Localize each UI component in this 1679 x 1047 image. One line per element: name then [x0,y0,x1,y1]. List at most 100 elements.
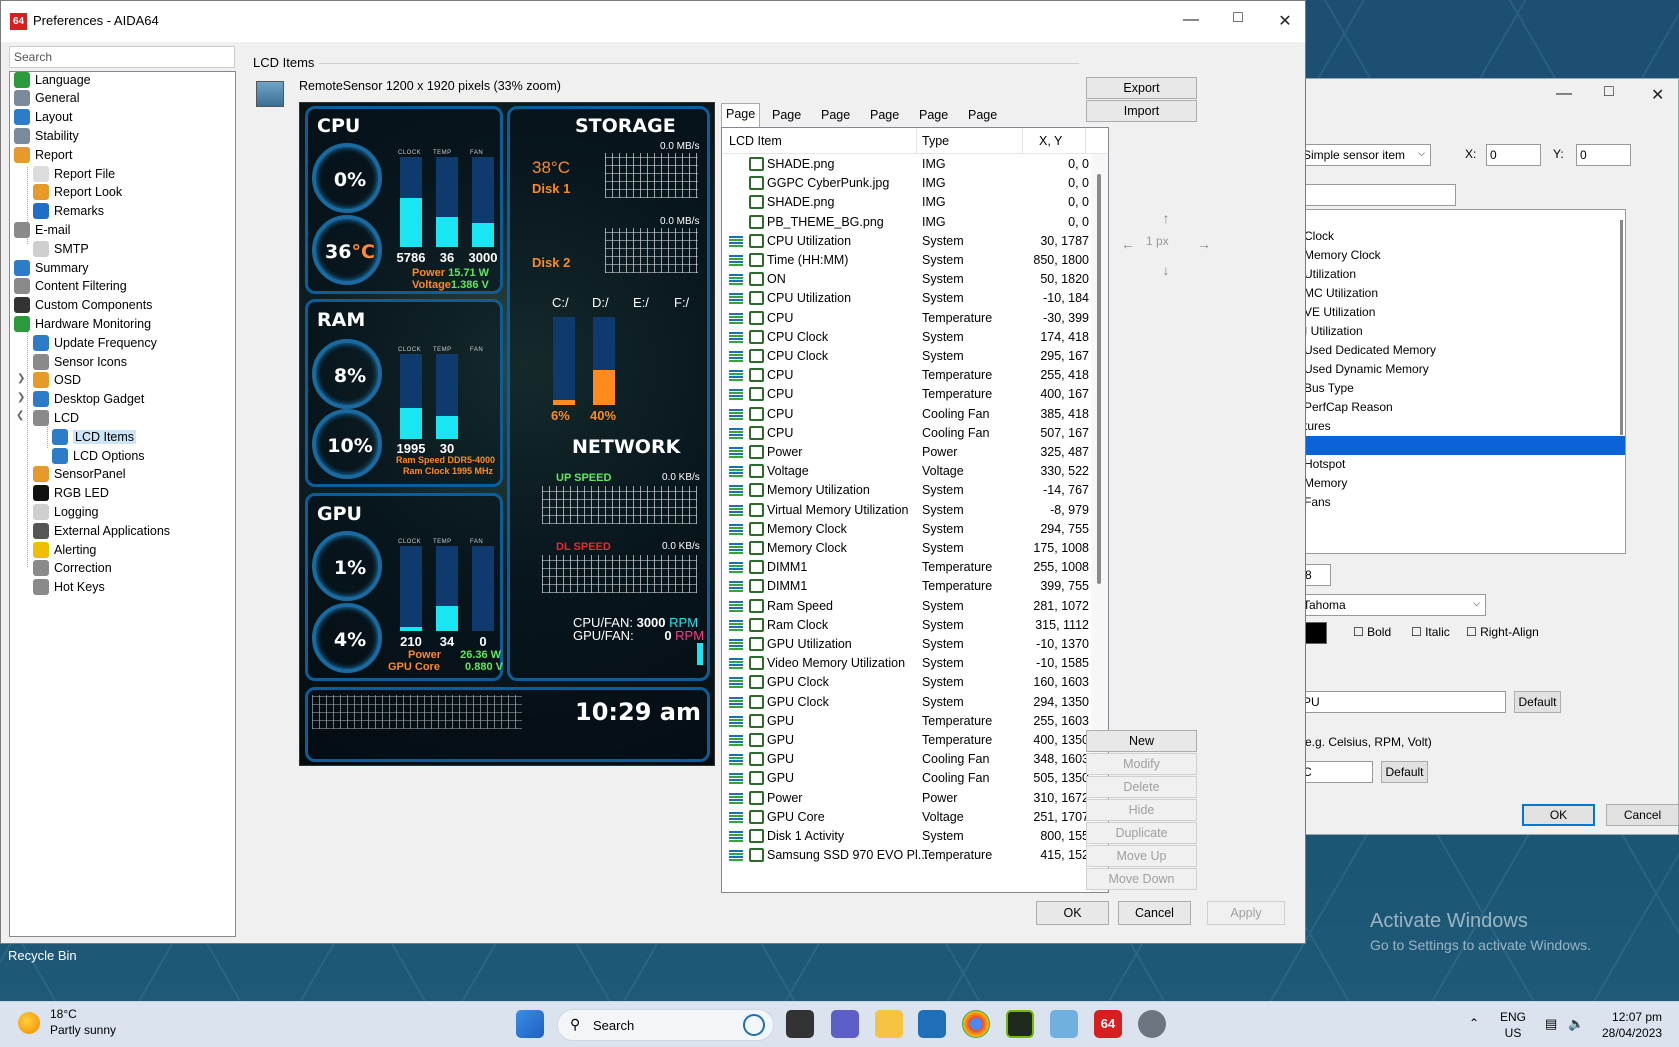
table-row[interactable]: DIMM1 Temperature 255, 1008 [722,557,1092,577]
table-row[interactable]: GPU Utilization System -10, 1370 [722,634,1092,654]
bold-checkbox[interactable]: ☐ Bold [1353,625,1391,639]
app-icon[interactable] [1050,1010,1078,1038]
sensor-list-item[interactable]: Hotspot [1302,455,1625,474]
tree-item-sensorpanel[interactable]: SensorPanel [33,465,126,484]
sensor-list-scrollbar[interactable] [1620,220,1623,435]
tree-item-language[interactable]: Language [14,70,91,89]
tree-item-stability[interactable]: Stability [14,126,79,145]
table-row[interactable]: Power Power 325, 487 [722,442,1092,462]
table-row[interactable]: DIMM1 Temperature 399, 755 [722,576,1092,596]
aida64-taskbar-icon[interactable]: 64 [1094,1010,1122,1038]
default-button-2[interactable]: Default [1381,761,1428,783]
y-input[interactable]: 0 [1576,144,1631,166]
tree-item-lcd-options[interactable]: LCD Options [52,446,145,465]
tree-item-sensor-icons[interactable]: Sensor Icons [33,352,127,371]
table-row[interactable]: Samsung SSD 970 EVO Pl... Temperature 415,… [722,845,1092,865]
label-input[interactable]: PU [1301,691,1506,713]
tree-item-osd[interactable]: OSD [33,371,81,390]
table-row[interactable]: CPU Cooling Fan 385, 418 [722,404,1092,424]
osd-expand-icon[interactable]: ❯ [17,373,25,384]
recycle-bin-label[interactable]: Recycle Bin [8,948,77,963]
tab-page-4[interactable]: Page 4 [866,105,903,142]
nvidia-icon[interactable] [1006,1010,1034,1038]
sensor-list-item[interactable] [1302,436,1625,455]
sensor-list-item[interactable]: Fans [1302,493,1625,512]
task-view-icon[interactable] [786,1010,814,1038]
column-lcd-item[interactable]: LCD Item [729,134,782,148]
taskbar-search[interactable]: ⚲ Search [557,1009,774,1041]
tree-item-logging[interactable]: Logging [33,502,99,521]
x-input[interactable]: 0 [1486,144,1541,166]
column-xy[interactable]: X, Y [1039,134,1062,148]
sensor-list-item[interactable]: VE Utilization [1302,303,1625,322]
tree-item-summary[interactable]: Summary [14,258,88,277]
nudge-left-icon[interactable]: ← [1118,234,1138,254]
table-row[interactable]: GPU Temperature 400, 1350 [722,730,1092,750]
list-scrollbar-thumb[interactable] [1097,174,1101,584]
store-icon[interactable] [918,1010,946,1038]
tree-item-correction[interactable]: Correction [33,559,112,578]
table-row[interactable]: Disk 1 Activity System 800, 155 [722,826,1092,846]
table-row[interactable]: Ram Speed System 281, 1072 [722,596,1092,616]
table-row[interactable]: SHADE.png IMG 0, 0 [722,154,1092,174]
table-row[interactable]: Ram Clock System 315, 1112 [722,615,1092,635]
default-button-1[interactable]: Default [1514,691,1561,713]
table-row[interactable]: Time (HH:MM) System 850, 1800 [722,250,1092,270]
sensor-list-item[interactable]: Used Dedicated Memory [1302,341,1625,360]
table-row[interactable]: GGPC CyberPunk.jpg IMG 0, 0 [722,173,1092,193]
sensor-list-item[interactable]: Used Dynamic Memory [1302,360,1625,379]
lcd-preview[interactable]: CPU 0% 36°C CLOCK TEMP FAN 5786 36 3000 … [299,102,715,766]
tree-item-report[interactable]: Report [14,145,73,164]
cancel-button[interactable]: Cancel [1118,901,1191,925]
table-row[interactable]: GPU Clock System 294, 1350 [722,692,1092,712]
table-row[interactable]: GPU Clock System 160, 1603 [722,672,1092,692]
table-row[interactable]: CPU Utilization System 30, 1787 [722,231,1092,251]
tree-item-rgb-led[interactable]: RGB LED [33,484,109,503]
filter-input[interactable] [1301,184,1456,206]
table-row[interactable]: CPU Temperature 400, 167 [722,384,1092,404]
column-type[interactable]: Type [922,134,949,148]
table-row[interactable]: Memory Utilization System -14, 767 [722,480,1092,500]
clock[interactable]: 12:07 pm 28/04/2023 [1602,1010,1662,1040]
table-row[interactable]: CPU Utilization System -10, 184 [722,288,1092,308]
tree-item-desktop-gadget[interactable]: Desktop Gadget [33,390,144,409]
table-row[interactable]: Virtual Memory Utilization System -8, 979 [722,500,1092,520]
tab-page-2[interactable]: Page 2 [768,105,805,142]
table-row[interactable]: CPU Temperature 255, 418 [722,365,1092,385]
import-button[interactable]: Import [1086,100,1197,122]
table-row[interactable]: GPU Cooling Fan 505, 1350 [722,768,1092,788]
move-down-button[interactable]: Move Down [1086,868,1197,890]
tree-item-e-mail[interactable]: E-mail [14,220,70,239]
sensor-list[interactable]: Clock Memory Clock Utilization MC Utilizati… [1301,209,1626,554]
minimize-icon[interactable]: — [1181,11,1201,29]
table-row[interactable]: SHADE.png IMG 0, 0 [722,192,1092,212]
table-row[interactable]: CPU Clock System 295, 167 [722,346,1092,366]
tree-item-smtp[interactable]: SMTP [33,239,89,258]
hide-button[interactable]: Hide [1086,799,1197,821]
tree-item-lcd-items[interactable]: LCD Items [52,427,137,446]
chevron-up-icon[interactable]: ⌃ [1469,1016,1479,1030]
table-row[interactable]: Video Memory Utilization System -10, 1585 [722,653,1092,673]
table-row[interactable]: GPU Temperature 255, 1603 [722,711,1092,731]
table-row[interactable]: CPU Clock System 174, 418 [722,327,1092,347]
bing-icon[interactable] [743,1014,765,1036]
tab-page-1[interactable]: Page 1 [721,103,761,141]
weather-widget[interactable]: 18°C Partly sunny [50,1007,116,1037]
table-row[interactable]: Voltage Voltage 330, 522 [722,461,1092,481]
weather-icon[interactable] [18,1012,40,1034]
tree-item-hot-keys[interactable]: Hot Keys [33,578,105,597]
search-input[interactable]: Search [9,46,235,68]
sensor-list-item[interactable]: Clock [1302,227,1625,246]
tree-item-layout[interactable]: Layout [14,108,73,127]
tree-item-report-look[interactable]: Report Look [33,183,122,202]
move-up-button[interactable]: Move Up [1086,845,1197,867]
close-icon[interactable]: ✕ [1275,11,1295,31]
nudge-down-icon[interactable]: ↓ [1156,260,1176,280]
maximize-icon[interactable]: □ [1228,9,1248,27]
delete-button[interactable]: Delete [1086,776,1197,798]
table-row[interactable]: Memory Clock System 175, 1008 [722,538,1092,558]
tree-item-content-filtering[interactable]: Content Filtering [14,277,127,296]
sensor-list-item[interactable]: Bus Type [1302,379,1625,398]
chat-icon[interactable] [831,1010,859,1038]
table-row[interactable]: GPU Cooling Fan 348, 1603 [722,749,1092,769]
